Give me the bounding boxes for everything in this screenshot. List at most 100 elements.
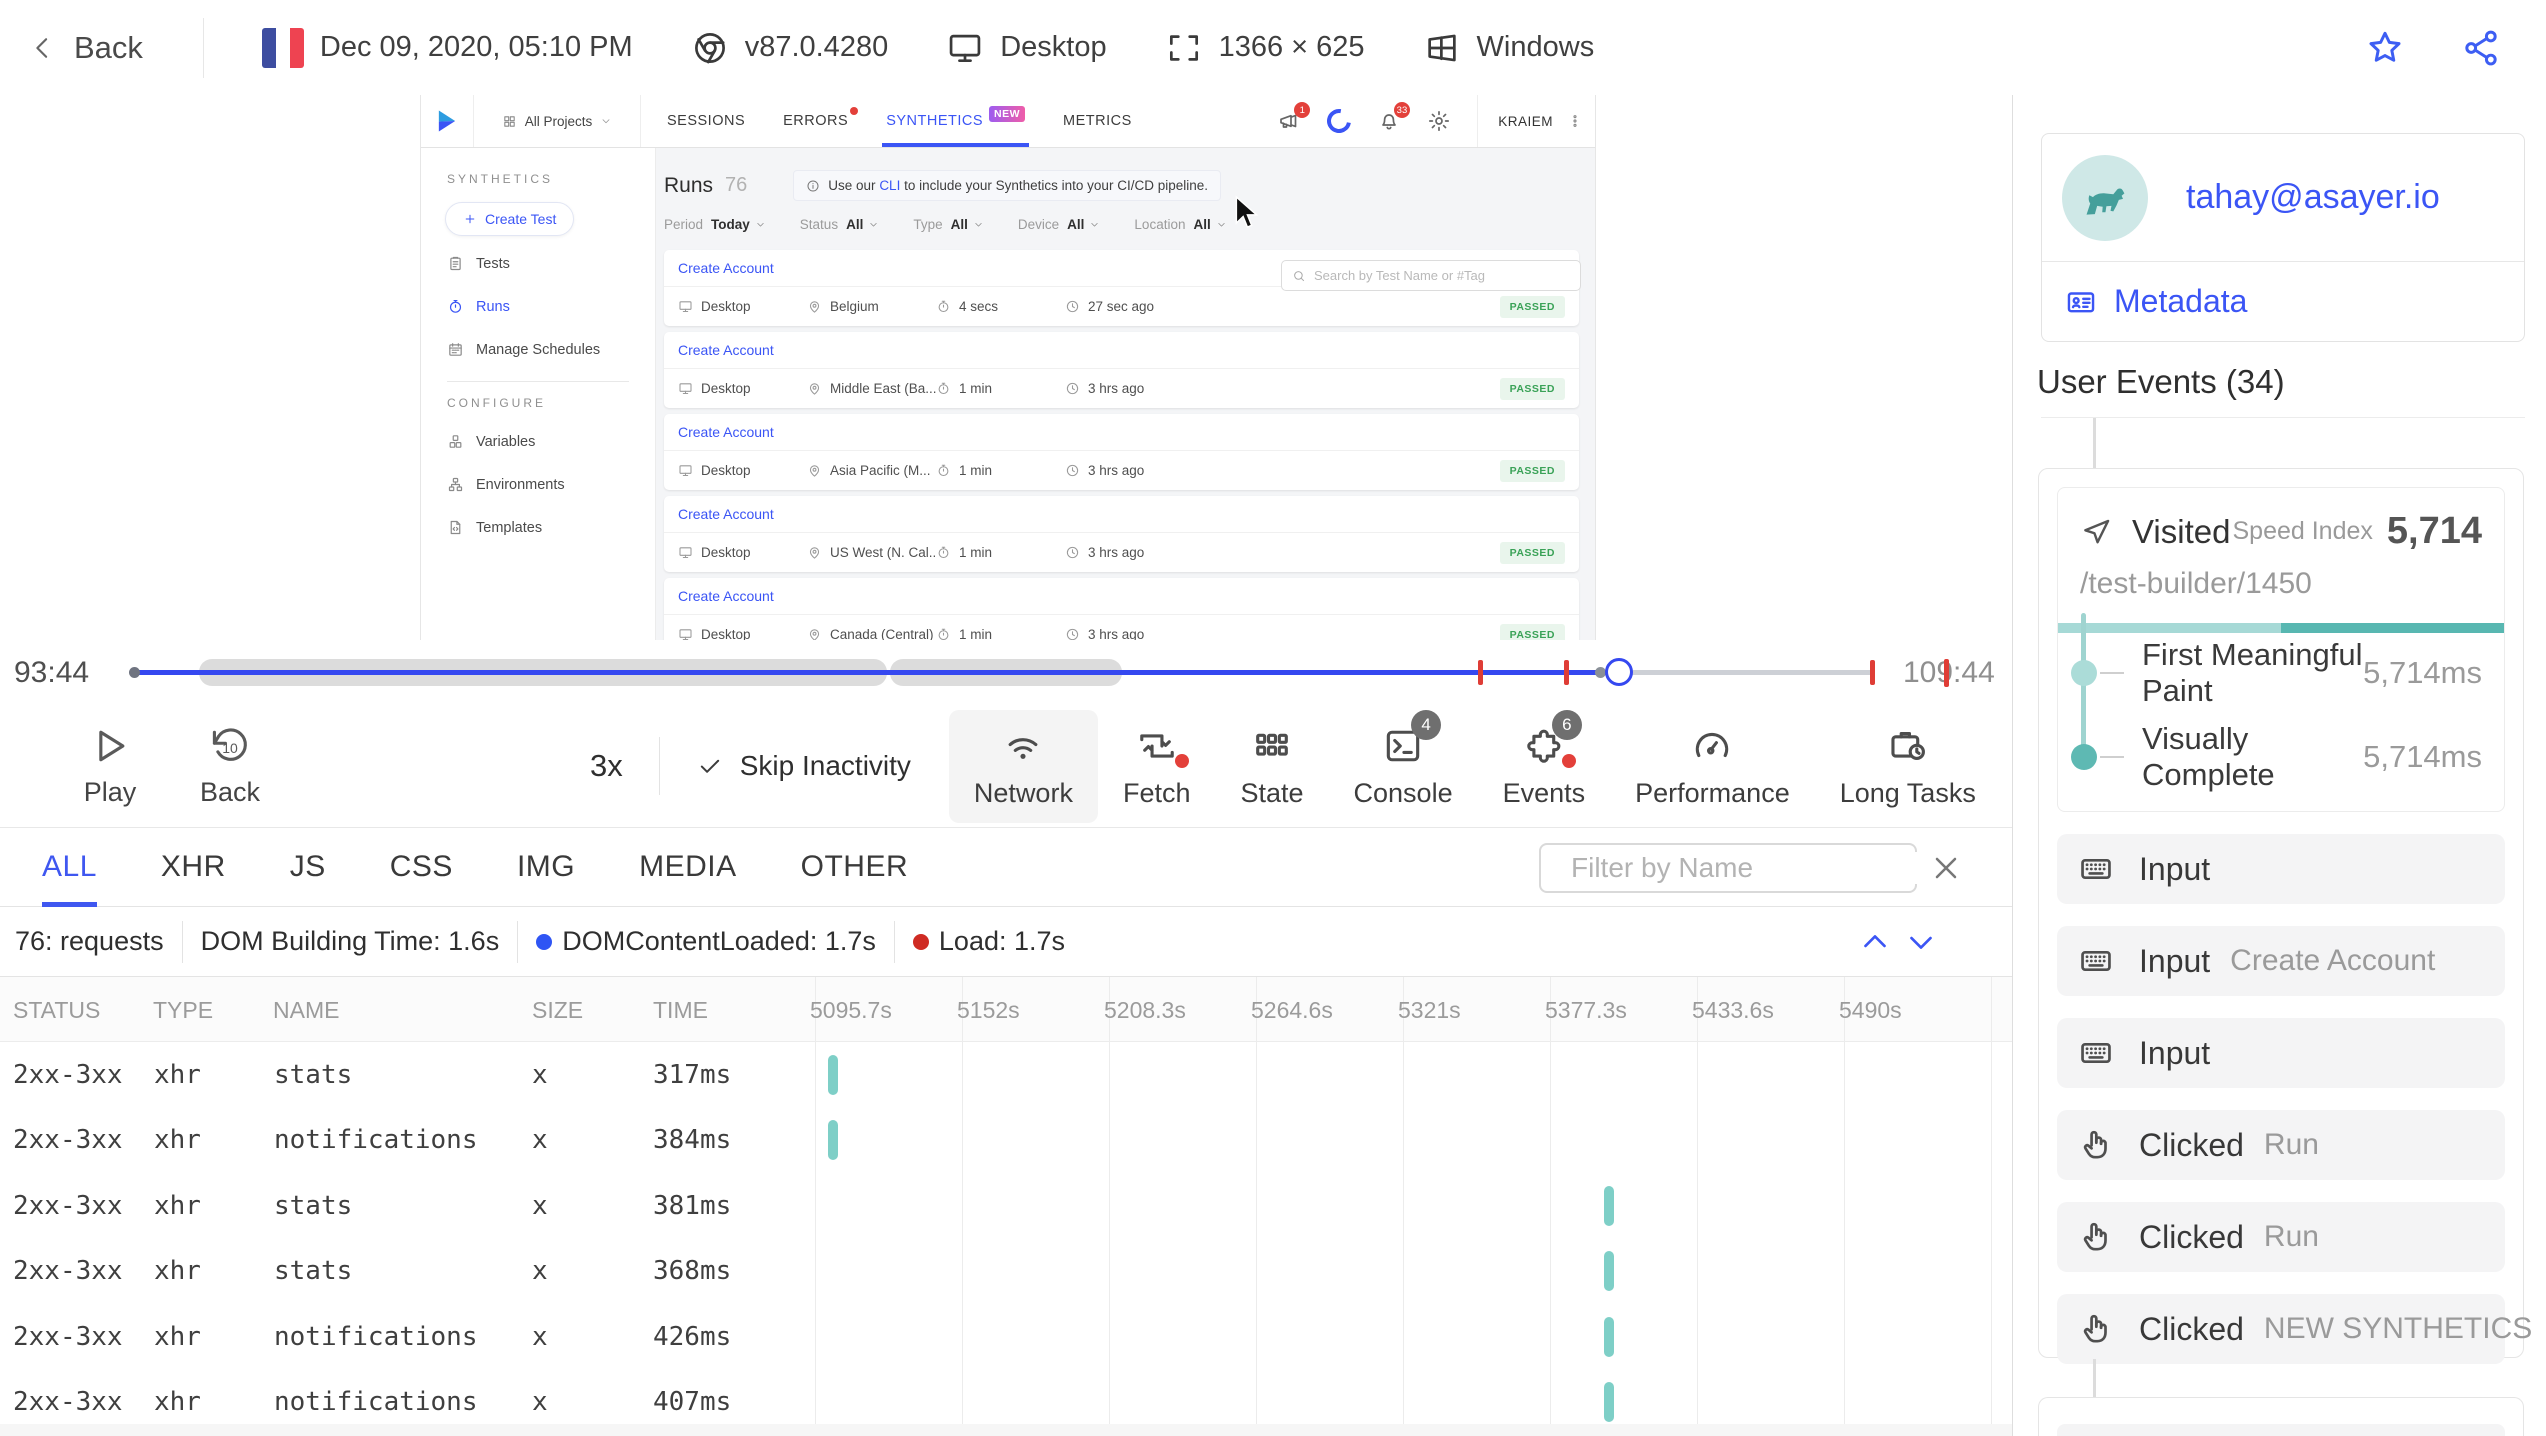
network-request-row[interactable]: 2xx-3xx xhr stats x 381ms bbox=[0, 1173, 2012, 1239]
sidebar-item-environments[interactable]: Environments bbox=[421, 463, 655, 506]
share-icon[interactable] bbox=[2460, 27, 2502, 69]
topbar-divider bbox=[203, 18, 204, 78]
run-details-row[interactable]: Desktop Asia Pacific (M... 1 min 3 hrs a… bbox=[664, 451, 1579, 490]
announcements-icon[interactable]: 1 bbox=[1277, 109, 1301, 133]
run-test-name-link[interactable]: Create Account bbox=[664, 578, 1579, 615]
user-event-clicked[interactable]: Clicked NEW SYNTHETICS bbox=[2057, 1294, 2505, 1364]
network-request-row[interactable]: 2xx-3xx xhr notifications x 407ms bbox=[0, 1370, 2012, 1425]
user-menu[interactable]: KRAIEM bbox=[1477, 95, 1583, 147]
time-column-label: 5377.3s bbox=[1545, 997, 1627, 1024]
favorite-star-icon[interactable] bbox=[2364, 27, 2406, 69]
network-tab-css[interactable]: CSS bbox=[390, 828, 453, 906]
metric-dash bbox=[2100, 756, 2124, 758]
current-time: 93:44 bbox=[14, 656, 89, 690]
panel-toggle-network[interactable]: Network bbox=[949, 710, 1098, 823]
replayed-app-tab[interactable]: SESSIONS bbox=[667, 95, 745, 147]
network-filter-input[interactable] bbox=[1571, 852, 1932, 884]
clock-icon bbox=[1065, 463, 1080, 478]
stopwatch-icon bbox=[936, 381, 951, 396]
play-button[interactable]: Play bbox=[50, 724, 170, 808]
create-test-button[interactable]: Create Test bbox=[445, 202, 574, 236]
test-search-box[interactable] bbox=[1281, 260, 1581, 291]
back-10s-button[interactable]: 10 Back bbox=[170, 724, 290, 808]
speed-toggle[interactable]: 3x bbox=[590, 748, 623, 784]
check-icon bbox=[696, 752, 724, 780]
user-event-clicked[interactable]: Clicked Run bbox=[2057, 1110, 2505, 1180]
run-details-row[interactable]: Desktop Canada (Central) 1 min 3 hrs ago… bbox=[664, 615, 1579, 640]
network-request-row[interactable]: 2xx-3xx xhr notifications x 384ms bbox=[0, 1108, 2012, 1174]
count-badge: 6 bbox=[1552, 710, 1582, 740]
filter-dropdown[interactable]: Status All bbox=[800, 217, 880, 232]
panel-toggle-performance[interactable]: Performance bbox=[1610, 710, 1815, 823]
panel-toggle-console[interactable]: 4 Console bbox=[1329, 710, 1478, 823]
project-selector[interactable]: All Projects bbox=[473, 95, 641, 147]
user-event-clicked[interactable]: Clicked Run bbox=[2057, 1202, 2505, 1272]
notifications-bell-icon[interactable]: 33 bbox=[1377, 109, 1401, 133]
stopwatch-icon bbox=[936, 463, 951, 478]
jump-down-icon[interactable] bbox=[1902, 923, 1940, 961]
user-event-input[interactable]: Input Create Account bbox=[2057, 926, 2505, 996]
network-request-row[interactable]: 2xx-3xx xhr stats x 368ms bbox=[0, 1239, 2012, 1305]
stopwatch-icon bbox=[936, 545, 951, 560]
paint-metrics: First Meaningful Paint 5,714ms Visually … bbox=[2080, 633, 2482, 787]
sidebar-item-manage-schedules[interactable]: Manage Schedules bbox=[421, 328, 655, 371]
sidebar-item-templates[interactable]: Templates bbox=[421, 506, 655, 549]
network-tab-js[interactable]: JS bbox=[290, 828, 326, 906]
count-badge: 4 bbox=[1411, 710, 1441, 740]
network-request-row[interactable]: 2xx-3xx xhr stats x 317ms bbox=[0, 1042, 2012, 1108]
filter-dropdown[interactable]: Location All bbox=[1134, 217, 1226, 232]
settings-gear-icon[interactable] bbox=[1427, 109, 1451, 133]
network-tab-media[interactable]: MEDIA bbox=[639, 828, 737, 906]
run-details-row[interactable]: Desktop Belgium 4 secs 27 sec ago PASSED bbox=[664, 287, 1579, 326]
panel-toggle-long-tasks[interactable]: Long Tasks bbox=[1815, 710, 2001, 823]
filter-dropdown[interactable]: Period Today bbox=[664, 217, 766, 232]
user-name: KRAIEM bbox=[1498, 114, 1553, 129]
back-button[interactable]: Back bbox=[28, 30, 143, 66]
timeline-track[interactable] bbox=[135, 670, 1875, 675]
cli-link[interactable]: CLI bbox=[879, 178, 900, 193]
run-details-row[interactable]: Desktop Middle East (Ba... 1 min 3 hrs a… bbox=[664, 369, 1579, 408]
replayed-app-tab[interactable]: METRICS bbox=[1063, 95, 1132, 147]
user-email-link[interactable]: tahay@asayer.io bbox=[2186, 178, 2440, 217]
close-panel-icon[interactable] bbox=[1928, 850, 1964, 886]
playhead[interactable] bbox=[1605, 658, 1633, 686]
panel-toggle-fetch[interactable]: Fetch bbox=[1098, 710, 1216, 823]
controls-divider bbox=[659, 737, 660, 795]
network-tab-all[interactable]: ALL bbox=[42, 828, 97, 906]
chevron-down-icon bbox=[1089, 219, 1100, 230]
network-filter-box[interactable] bbox=[1539, 843, 1917, 893]
filter-dropdown[interactable]: Type All bbox=[913, 217, 984, 232]
run-test-name-link[interactable]: Create Account bbox=[664, 332, 1579, 369]
device-type: Desktop bbox=[946, 29, 1106, 67]
filter-dropdown[interactable]: Device All bbox=[1018, 217, 1101, 232]
network-table-body: 2xx-3xx xhr stats x 317ms 2xx-3xx xhr no… bbox=[0, 1042, 2012, 1424]
user-event-input[interactable]: Input bbox=[2057, 834, 2505, 904]
run-test-name-link[interactable]: Create Account bbox=[664, 414, 1579, 451]
user-event-input[interactable]: Input bbox=[2057, 1018, 2505, 1088]
visited-event-card[interactable]: Visited Speed Index 5,714 /test-builder/… bbox=[2057, 487, 2505, 812]
location-pin-icon bbox=[807, 381, 822, 396]
back-label: Back bbox=[200, 777, 260, 808]
test-search-input[interactable] bbox=[1314, 268, 1570, 283]
network-tab-img[interactable]: IMG bbox=[517, 828, 575, 906]
network-summary-row: 76: requests DOM Building Time: 1.6s DOM… bbox=[0, 907, 2012, 977]
run-details-row[interactable]: Desktop US West (N. Cal... 1 min 3 hrs a… bbox=[664, 533, 1579, 572]
session-date: Dec 09, 2020, 05:10 PM bbox=[262, 28, 633, 68]
sidebar-item-runs[interactable]: Runs bbox=[421, 285, 655, 328]
panel-toggle-state[interactable]: State bbox=[1215, 710, 1328, 823]
replayed-app-tab[interactable]: ERRORS bbox=[783, 95, 848, 147]
replayed-app-navbar: All Projects SESSIONS ERRORS SYNTHETICS … bbox=[421, 95, 1595, 148]
speed-index-value: 5,714 bbox=[2387, 510, 2482, 553]
panel-toggle-events[interactable]: 6 Events bbox=[1478, 710, 1611, 823]
jump-up-icon[interactable] bbox=[1856, 923, 1894, 961]
skip-inactivity-toggle[interactable]: Skip Inactivity bbox=[696, 750, 911, 782]
replayed-app-tab[interactable]: SYNTHETICS NEW bbox=[886, 95, 1025, 147]
sidebar-item-tests[interactable]: Tests bbox=[421, 242, 655, 285]
sidebar-item-variables[interactable]: Variables bbox=[421, 420, 655, 463]
network-request-row[interactable]: 2xx-3xx xhr notifications x 426ms bbox=[0, 1304, 2012, 1370]
run-test-name-link[interactable]: Create Account bbox=[664, 496, 1579, 533]
network-tab-other[interactable]: OTHER bbox=[801, 828, 909, 906]
metadata-button[interactable]: Metadata bbox=[2042, 261, 2524, 341]
network-tab-xhr[interactable]: XHR bbox=[161, 828, 226, 906]
location-pin-icon bbox=[807, 545, 822, 560]
